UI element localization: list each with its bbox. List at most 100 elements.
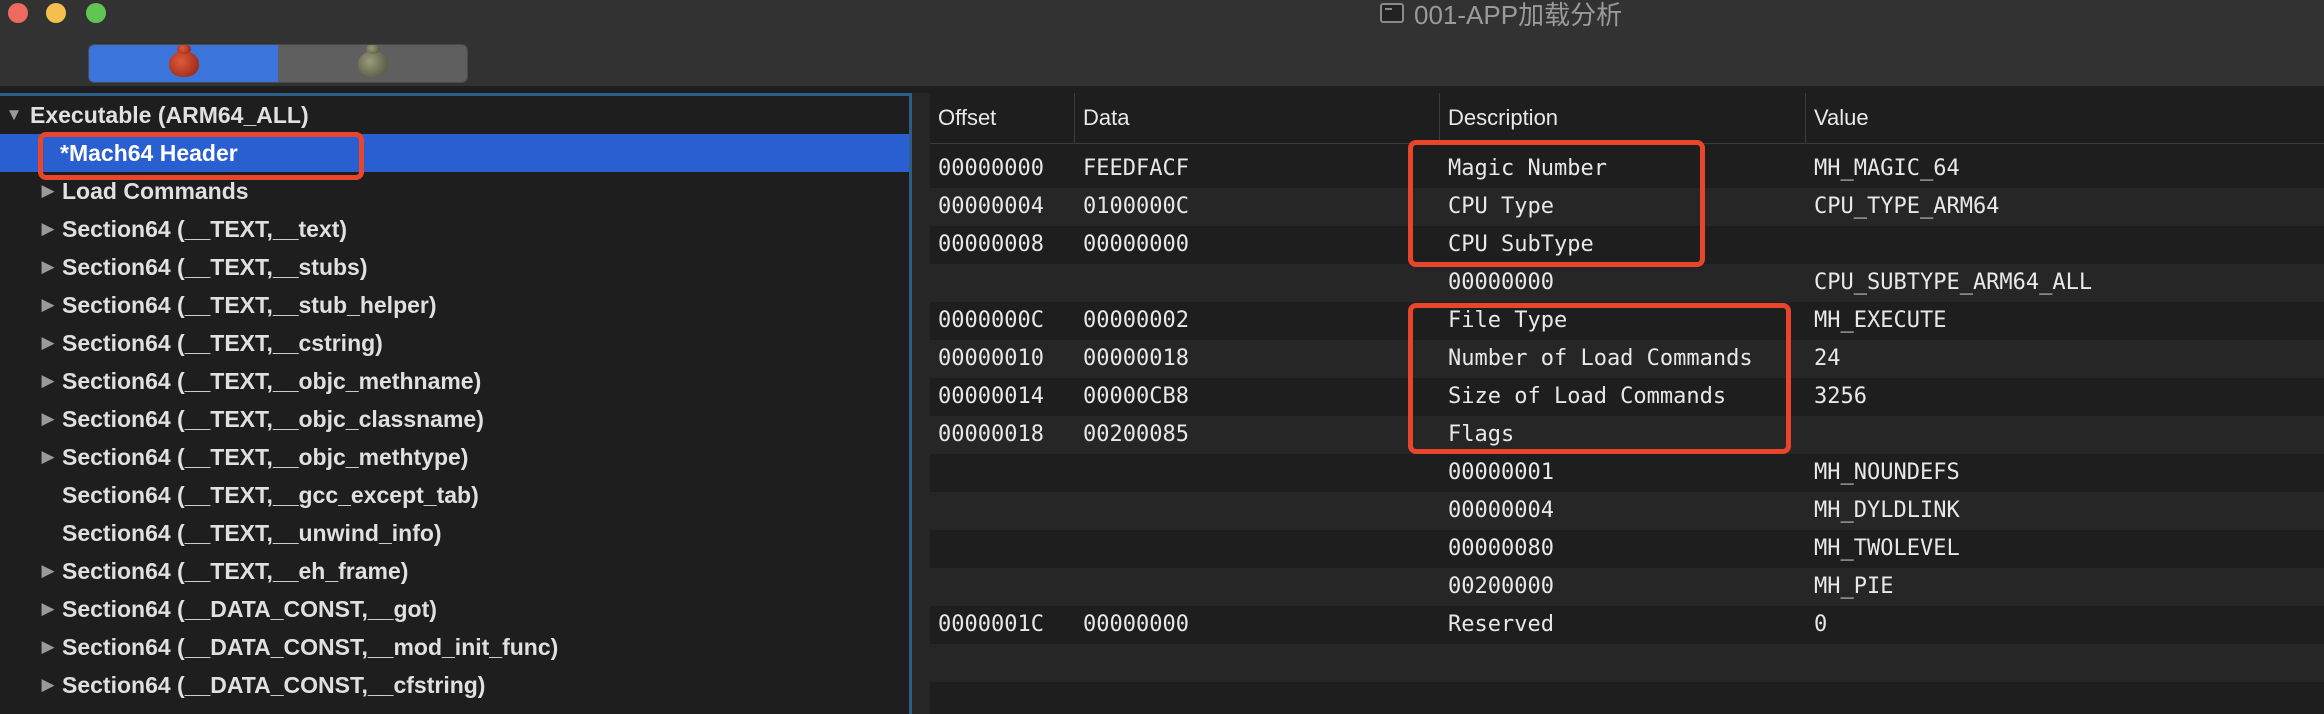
window-title-text: 001-APP加载分析 <box>1414 0 1623 30</box>
pane-splitter[interactable] <box>912 93 930 714</box>
tree-item[interactable]: ▶ Section64 (__TEXT,__text) <box>0 210 909 248</box>
cell-offset: 00000010 <box>938 346 1044 371</box>
segment-button-red-bug[interactable] <box>89 45 278 82</box>
bug-icon-red <box>168 45 199 77</box>
table-row[interactable]: 00200000 MH_PIE <box>930 568 2324 606</box>
disclosure-closed-icon[interactable]: ▶ <box>38 286 58 324</box>
cell-data: 00000CB8 <box>1083 384 1189 409</box>
disclosure-open-icon[interactable]: ▼ <box>4 96 24 134</box>
cell-value: 0 <box>1814 612 1828 637</box>
table-row[interactable]: 00000080 MH_TWOLEVEL <box>930 530 2324 568</box>
disclosure-closed-icon[interactable]: ▶ <box>38 210 58 248</box>
minimize-window-button[interactable] <box>46 3 66 23</box>
cell-value: 24 <box>1814 346 1841 371</box>
cell-value: CPU_SUBTYPE_ARM64_ALL <box>1814 270 2093 295</box>
cell-data: 00200085 <box>1083 422 1189 447</box>
tree-item-label: Section64 (__DATA_CONST,__mod_init_func) <box>62 634 559 660</box>
tree-item[interactable]: ▶ Section64 (__TEXT,__objc_methname) <box>0 362 909 400</box>
cell-description: 00200000 <box>1448 574 1554 599</box>
tree-item[interactable]: ▶ Section64 (__DATA_CONST,__cfstring) <box>0 666 909 704</box>
cell-offset: 0000000C <box>938 308 1044 333</box>
cell-offset: 00000018 <box>938 422 1044 447</box>
table-row[interactable] <box>930 644 2324 682</box>
tree-item[interactable]: Section64 (__TEXT,__unwind_info) <box>0 514 909 552</box>
cell-offset: 00000008 <box>938 232 1044 257</box>
column-header-offset[interactable]: Offset <box>930 93 1075 143</box>
cell-description: 00000000 <box>1448 270 1554 295</box>
tree-root-row[interactable]: ▼ Executable (ARM64_ALL) <box>0 96 909 134</box>
window-title: 001-APP加载分析 <box>1380 0 1622 30</box>
cell-offset: 0000001C <box>938 612 1044 637</box>
tree-item[interactable]: ▶ Section64 (__TEXT,__objc_methtype) <box>0 438 909 476</box>
cell-value: 3256 <box>1814 384 1867 409</box>
tree-item-label: Section64 (__TEXT,__objc_classname) <box>62 406 484 432</box>
disclosure-closed-icon[interactable]: ▶ <box>38 552 58 590</box>
cell-value: MH_MAGIC_64 <box>1814 156 1960 181</box>
disclosure-closed-icon[interactable]: ▶ <box>38 590 58 628</box>
terminal-icon <box>1380 3 1404 23</box>
tree-root-label: Executable (ARM64_ALL) <box>30 102 309 128</box>
tree-item-label: Section64 (__TEXT,__stub_helper) <box>62 292 437 318</box>
tree-item[interactable]: Section64 (__TEXT,__gcc_except_tab) <box>0 476 909 514</box>
cell-data: 00000000 <box>1083 612 1189 637</box>
tree-item-label: Section64 (__TEXT,__objc_methtype) <box>62 444 469 470</box>
tree-item-label: Section64 (__TEXT,__stubs) <box>62 254 368 280</box>
tree-item-label: Section64 (__TEXT,__gcc_except_tab) <box>62 482 479 508</box>
tree-item[interactable]: ▶ Section64 (__TEXT,__stub_helper) <box>0 286 909 324</box>
tree-item[interactable]: ▶ Section64 (__TEXT,__eh_frame) <box>0 552 909 590</box>
tree-item-label: Section64 (__TEXT,__unwind_info) <box>62 520 442 546</box>
disclosure-closed-icon[interactable]: ▶ <box>38 438 58 476</box>
cell-data: 00000002 <box>1083 308 1189 333</box>
disclosure-closed-icon[interactable]: ▶ <box>38 324 58 362</box>
cell-description: 00000001 <box>1448 460 1554 485</box>
column-header-description[interactable]: Description <box>1440 93 1806 143</box>
table-row[interactable]: 00000000 CPU_SUBTYPE_ARM64_ALL <box>930 264 2324 302</box>
cell-value: MH_TWOLEVEL <box>1814 536 1960 561</box>
toolbar-segmented-control <box>88 44 468 83</box>
tree-item-label: Section64 (__DATA_CONST,__got) <box>62 596 437 622</box>
disclosure-closed-icon[interactable]: ▶ <box>38 362 58 400</box>
cell-data: 00000000 <box>1083 232 1189 257</box>
cell-value: MH_DYLDLINK <box>1814 498 1960 523</box>
column-header-value[interactable]: Value <box>1806 93 2324 143</box>
structure-tree: ▼ Executable (ARM64_ALL) *Mach64 Header ▶… <box>0 93 912 714</box>
cell-description: Reserved <box>1448 612 1554 637</box>
tree-item-label: Section64 (__TEXT,__objc_methname) <box>62 368 482 394</box>
tree-item[interactable]: ▶ Section64 (__DATA_CONST,__mod_init_func… <box>0 628 909 666</box>
cell-offset: 00000000 <box>938 156 1044 181</box>
title-bar: 001-APP加载分析 <box>0 0 2324 86</box>
cell-value: MH_NOUNDEFS <box>1814 460 1960 485</box>
cell-description: 00000080 <box>1448 536 1554 561</box>
cell-data: 0100000C <box>1083 194 1189 219</box>
cell-data: 00000018 <box>1083 346 1189 371</box>
tree-item[interactable]: ▶ Section64 (__TEXT,__cstring) <box>0 324 909 362</box>
tree-item-label: Section64 (__TEXT,__eh_frame) <box>62 558 409 584</box>
tree-item-label: Section64 (__TEXT,__cstring) <box>62 330 383 356</box>
segment-button-grey-bug[interactable] <box>278 45 467 82</box>
cell-value: CPU_TYPE_ARM64 <box>1814 194 2000 219</box>
cell-offset: 00000004 <box>938 194 1044 219</box>
tree-item[interactable]: ▶ Section64 (__TEXT,__objc_classname) <box>0 400 909 438</box>
tree-item[interactable]: ▶ Section64 (__TEXT,__stubs) <box>0 248 909 286</box>
table-row[interactable]: 00000001 MH_NOUNDEFS <box>930 454 2324 492</box>
highlight-box-load-commands <box>1408 303 1791 454</box>
disclosure-closed-icon[interactable]: ▶ <box>38 400 58 438</box>
disclosure-closed-icon[interactable]: ▶ <box>38 248 58 286</box>
disclosure-closed-icon[interactable]: ▶ <box>38 666 58 704</box>
cell-description: 00000004 <box>1448 498 1554 523</box>
cell-data: FEEDFACF <box>1083 156 1189 181</box>
cell-value: MH_EXECUTE <box>1814 308 1947 333</box>
table-row[interactable]: 0000001C 00000000 Reserved 0 <box>930 606 2324 644</box>
cell-offset: 00000014 <box>938 384 1044 409</box>
bug-icon-grey <box>357 45 388 77</box>
close-window-button[interactable] <box>8 3 28 23</box>
highlight-box-mach-header <box>38 132 364 180</box>
zoom-window-button[interactable] <box>86 3 106 23</box>
table-row[interactable]: 00000004 MH_DYLDLINK <box>930 492 2324 530</box>
tree-item-label: Section64 (__TEXT,__text) <box>62 216 348 242</box>
tree-item-label: Section64 (__DATA_CONST,__cfstring) <box>62 672 486 698</box>
highlight-box-cpu <box>1408 140 1705 267</box>
column-header-data[interactable]: Data <box>1075 93 1440 143</box>
tree-item[interactable]: ▶ Section64 (__DATA_CONST,__got) <box>0 590 909 628</box>
disclosure-closed-icon[interactable]: ▶ <box>38 628 58 666</box>
